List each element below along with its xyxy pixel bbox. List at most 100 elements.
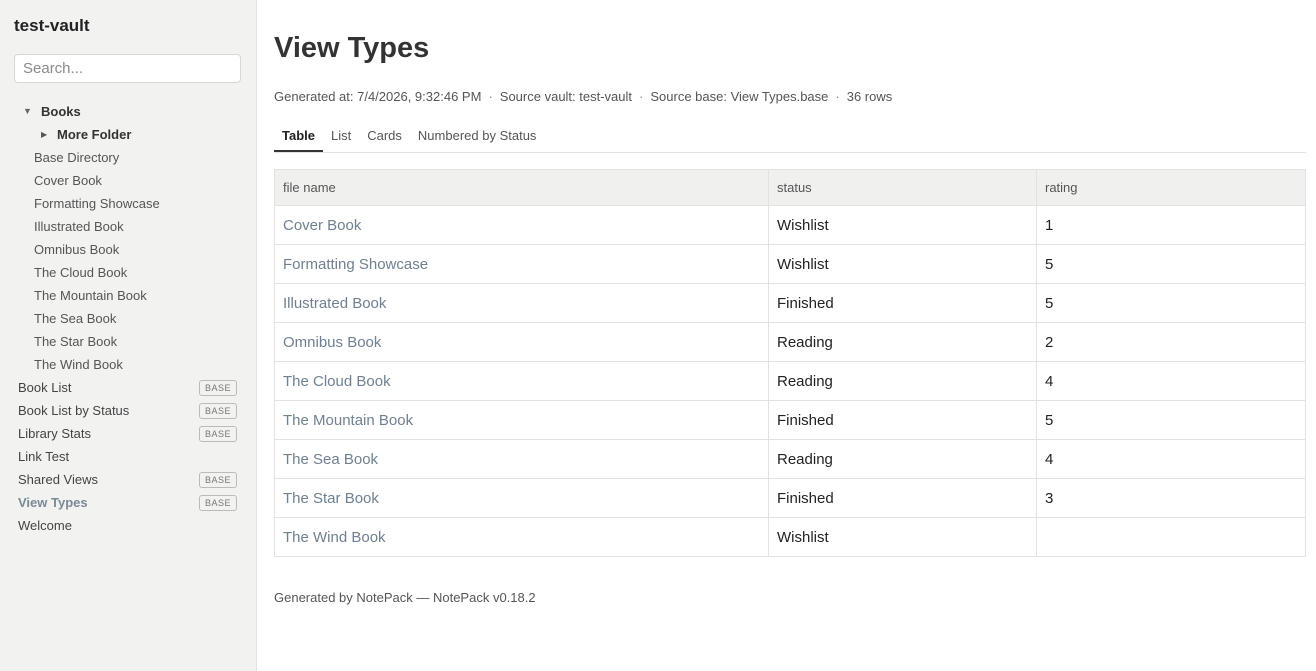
- status-cell: Finished: [768, 283, 1037, 323]
- file-item-book-list-by-status[interactable]: Book List by Status BASE: [0, 399, 257, 422]
- search-input[interactable]: [14, 54, 241, 83]
- file-label[interactable]: Shared Views: [18, 468, 98, 491]
- file-item-link-test[interactable]: Link Test: [0, 445, 257, 468]
- file-label[interactable]: The Sea Book: [34, 307, 116, 330]
- file-label[interactable]: The Mountain Book: [34, 284, 147, 307]
- tab-numbered-by-status[interactable]: Numbered by Status: [410, 121, 545, 151]
- file-label[interactable]: Omnibus Book: [34, 238, 119, 261]
- file-item[interactable]: Formatting Showcase: [0, 192, 257, 215]
- table-row: The Wind Book Wishlist: [274, 517, 1306, 557]
- table-row: The Star Book Finished 3: [274, 478, 1306, 518]
- generated-at: Generated at: 7/4/2026, 9:32:46 PM: [274, 89, 482, 104]
- file-item-view-types[interactable]: View Types BASE: [0, 491, 257, 514]
- main-content: View Types Generated at: 7/4/2026, 9:32:…: [257, 0, 1316, 671]
- column-header-file-name[interactable]: file name: [274, 169, 769, 206]
- file-item-shared-views[interactable]: Shared Views BASE: [0, 468, 257, 491]
- file-item[interactable]: The Cloud Book: [0, 261, 257, 284]
- file-item[interactable]: The Sea Book: [0, 307, 257, 330]
- source-base: Source base: View Types.base: [650, 89, 829, 104]
- status-cell: Wishlist: [768, 517, 1037, 557]
- rating-cell: 5: [1036, 400, 1306, 440]
- file-item[interactable]: Base Directory: [0, 146, 257, 169]
- column-header-status[interactable]: status: [768, 169, 1037, 206]
- folder-label: Books: [41, 104, 81, 119]
- folder-more-folder[interactable]: ▶ More Folder: [0, 123, 257, 146]
- file-label[interactable]: View Types: [18, 491, 88, 514]
- view-tabs: Table List Cards Numbered by Status: [274, 121, 1306, 153]
- tab-cards[interactable]: Cards: [359, 121, 410, 151]
- rating-cell: 3: [1036, 478, 1306, 518]
- status-cell: Reading: [768, 361, 1037, 401]
- file-item[interactable]: Cover Book: [0, 169, 257, 192]
- rating-cell: 4: [1036, 361, 1306, 401]
- chevron-down-icon[interactable]: ▼: [23, 100, 32, 123]
- file-link[interactable]: The Wind Book: [274, 517, 769, 557]
- file-label[interactable]: The Cloud Book: [34, 261, 127, 284]
- status-cell: Wishlist: [768, 244, 1037, 284]
- file-link[interactable]: Cover Book: [274, 205, 769, 245]
- file-label[interactable]: Formatting Showcase: [34, 192, 160, 215]
- tab-list[interactable]: List: [323, 121, 359, 151]
- base-badge: BASE: [198, 472, 237, 488]
- table-header-row: file name status rating: [274, 169, 1306, 206]
- meta-separator: ·: [835, 89, 840, 104]
- folder-label: More Folder: [57, 127, 132, 142]
- file-label[interactable]: Welcome: [18, 514, 72, 537]
- table-row: The Sea Book Reading 4: [274, 439, 1306, 479]
- rating-cell: 1: [1036, 205, 1306, 245]
- table-row: The Cloud Book Reading 4: [274, 361, 1306, 401]
- rating-cell: 4: [1036, 439, 1306, 479]
- file-item[interactable]: Omnibus Book: [0, 238, 257, 261]
- file-link[interactable]: The Sea Book: [274, 439, 769, 479]
- table-row: Illustrated Book Finished 5: [274, 283, 1306, 323]
- file-link[interactable]: Formatting Showcase: [274, 244, 769, 284]
- file-label[interactable]: Cover Book: [34, 169, 102, 192]
- file-link[interactable]: Omnibus Book: [274, 322, 769, 362]
- file-link[interactable]: The Star Book: [274, 478, 769, 518]
- page-footer: Generated by NotePack — NotePack v0.18.2: [274, 590, 536, 605]
- status-cell: Reading: [768, 322, 1037, 362]
- file-label[interactable]: Library Stats: [18, 422, 91, 445]
- file-item-library-stats[interactable]: Library Stats BASE: [0, 422, 257, 445]
- folder-books[interactable]: ▼ Books: [0, 100, 257, 123]
- file-item[interactable]: Illustrated Book: [0, 215, 257, 238]
- file-label[interactable]: Illustrated Book: [34, 215, 124, 238]
- base-badge: BASE: [198, 403, 237, 419]
- file-item[interactable]: The Wind Book: [0, 353, 257, 376]
- file-label[interactable]: Book List by Status: [18, 399, 129, 422]
- meta-separator: ·: [488, 89, 493, 104]
- row-count: 36 rows: [846, 89, 893, 104]
- base-badge: BASE: [198, 380, 237, 396]
- file-item[interactable]: The Mountain Book: [0, 284, 257, 307]
- file-label[interactable]: Link Test: [18, 445, 69, 468]
- file-label[interactable]: The Star Book: [34, 330, 117, 353]
- file-label[interactable]: Book List: [18, 376, 71, 399]
- rating-cell: 5: [1036, 244, 1306, 284]
- rating-cell: 2: [1036, 322, 1306, 362]
- file-item-book-list[interactable]: Book List BASE: [0, 376, 257, 399]
- file-item-welcome[interactable]: Welcome: [0, 514, 257, 537]
- file-link[interactable]: The Cloud Book: [274, 361, 769, 401]
- file-link[interactable]: The Mountain Book: [274, 400, 769, 440]
- table-row: The Mountain Book Finished 5: [274, 400, 1306, 440]
- file-label[interactable]: Base Directory: [34, 146, 119, 169]
- status-cell: Wishlist: [768, 205, 1037, 245]
- chevron-right-icon[interactable]: ▶: [41, 123, 47, 146]
- vault-title: test-vault: [14, 16, 90, 35]
- meta-separator: ·: [639, 89, 644, 104]
- file-label[interactable]: The Wind Book: [34, 353, 123, 376]
- file-item[interactable]: The Star Book: [0, 330, 257, 353]
- tab-table[interactable]: Table: [274, 121, 323, 152]
- status-cell: Finished: [768, 478, 1037, 518]
- table-row: Formatting Showcase Wishlist 5: [274, 244, 1306, 284]
- column-header-rating[interactable]: rating: [1036, 169, 1306, 206]
- data-table: file name status rating Cover Book Wishl…: [274, 169, 1306, 557]
- base-badge: BASE: [198, 426, 237, 442]
- status-cell: Reading: [768, 439, 1037, 479]
- file-link[interactable]: Illustrated Book: [274, 283, 769, 323]
- base-badge: BASE: [198, 495, 237, 511]
- page-title: View Types: [274, 32, 430, 64]
- table-row: Omnibus Book Reading 2: [274, 322, 1306, 362]
- file-tree: ▼ Books ▶ More Folder Base Directory Cov…: [0, 100, 257, 537]
- source-vault: Source vault: test-vault: [499, 89, 633, 104]
